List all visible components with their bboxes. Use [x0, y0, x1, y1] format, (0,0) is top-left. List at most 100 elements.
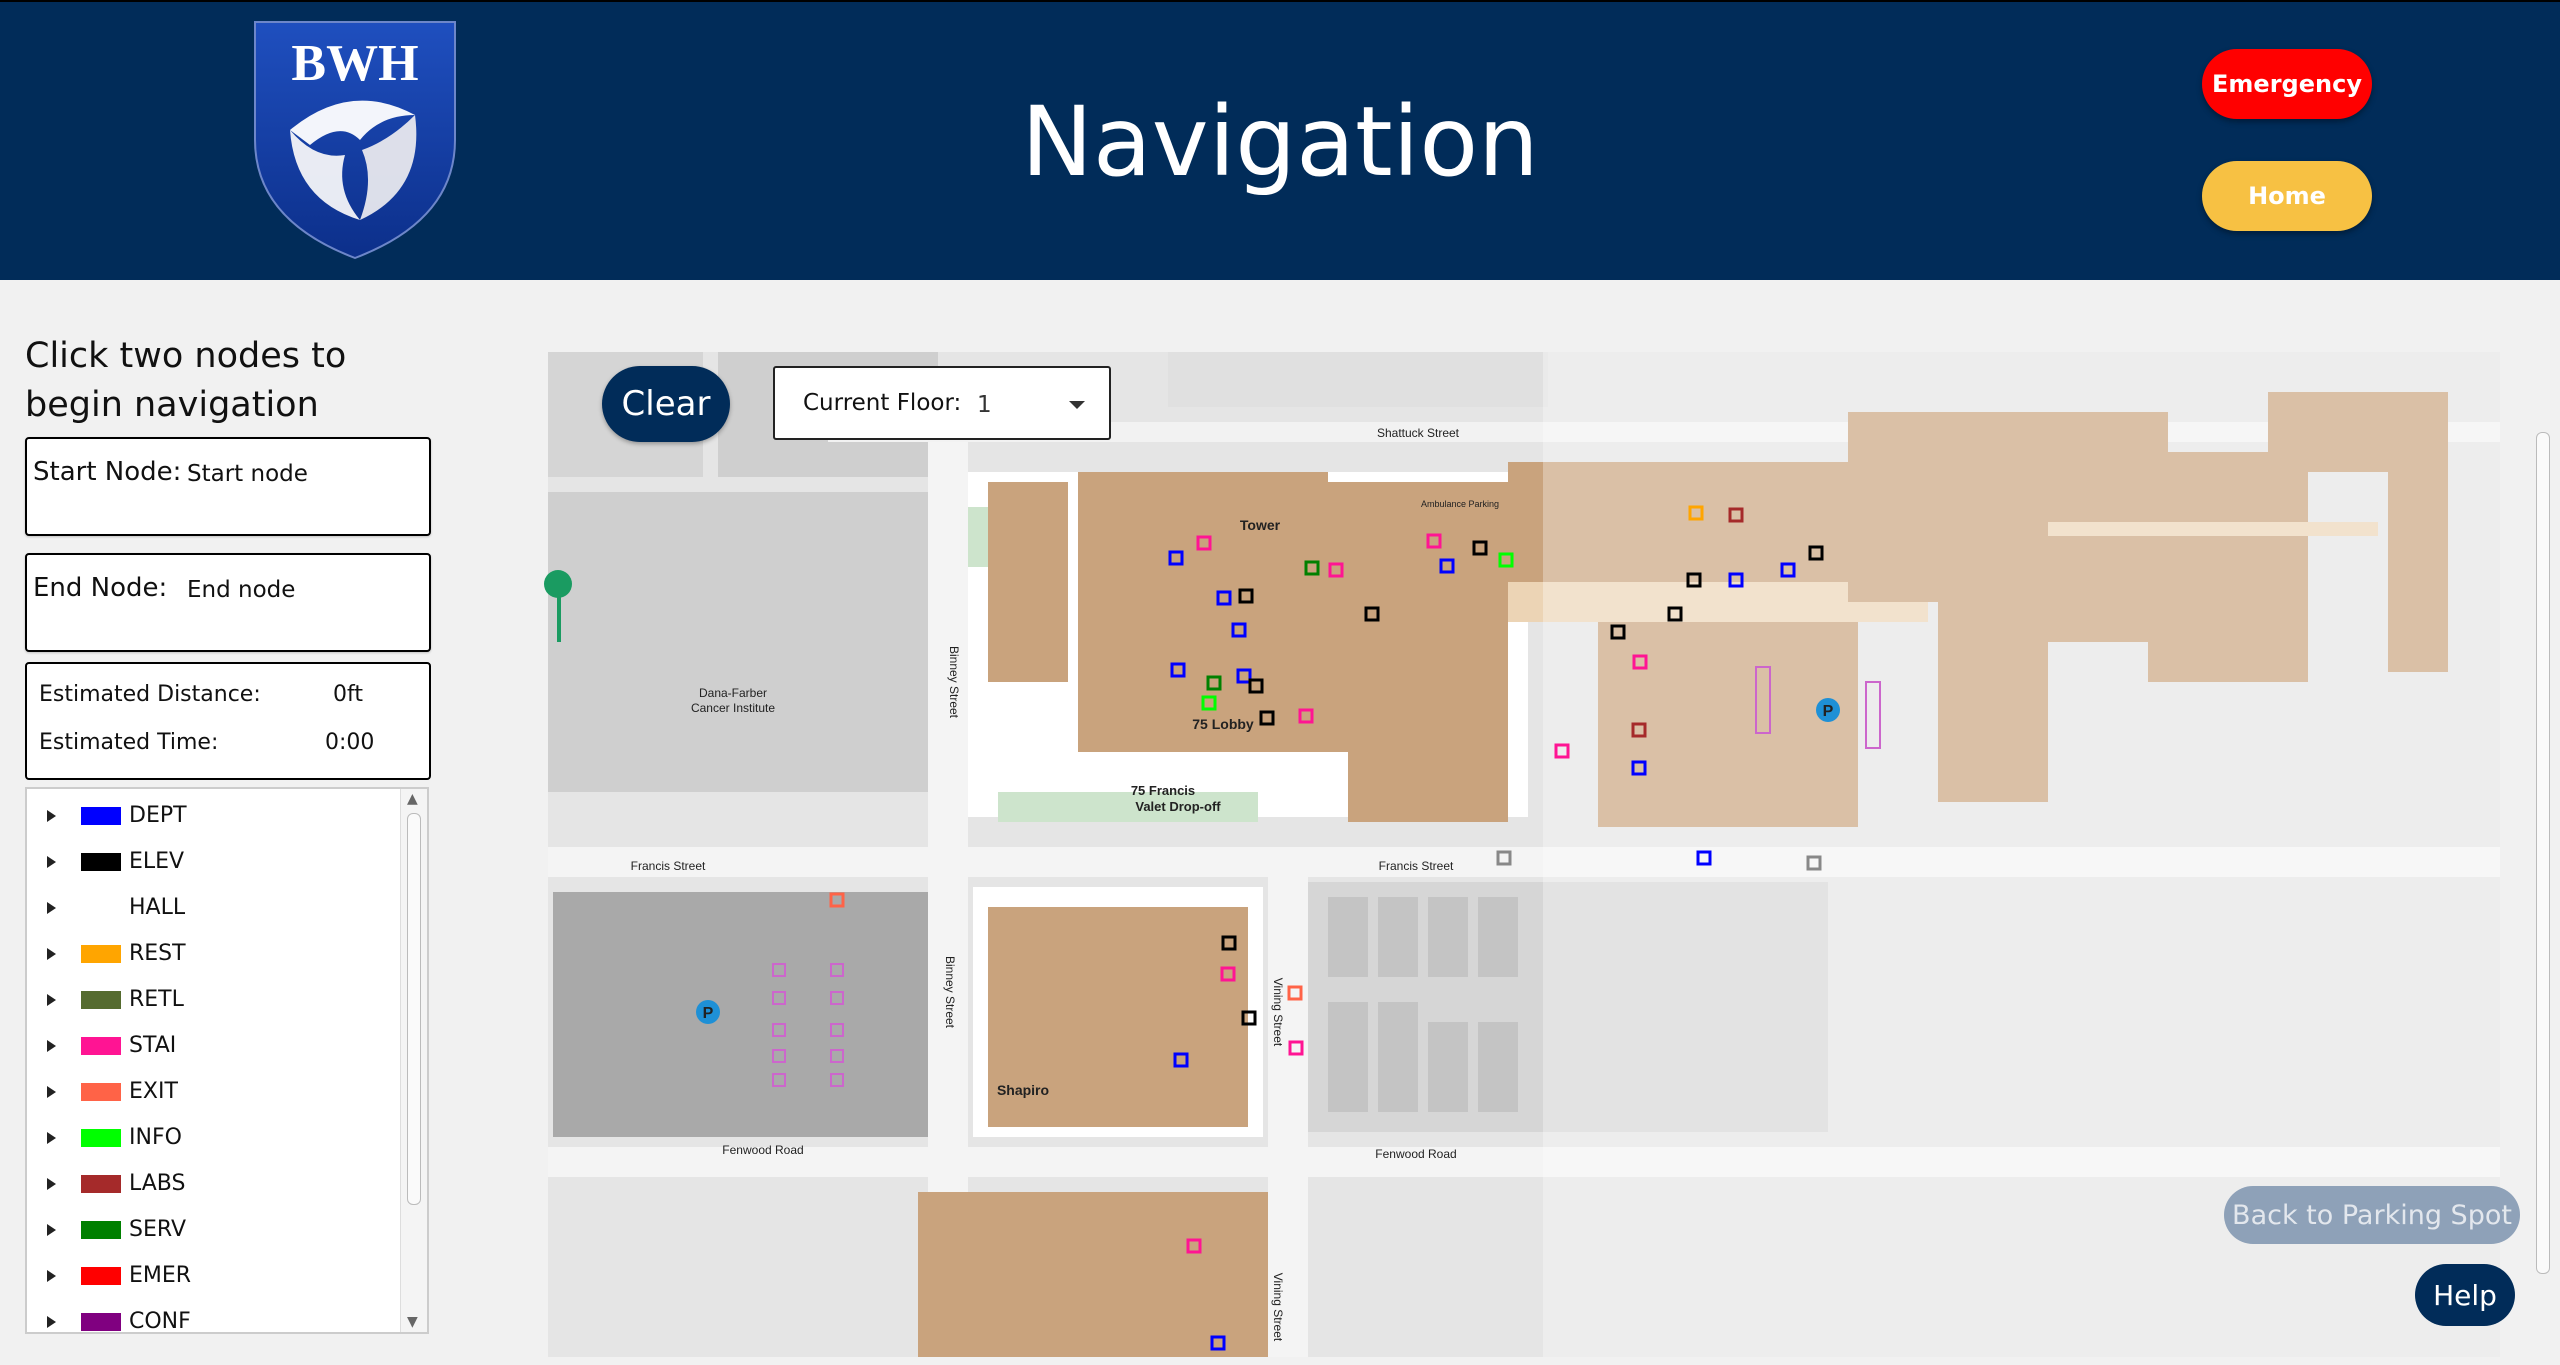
tree-item-labs[interactable]: LABS [27, 1161, 397, 1207]
tree-scroll-thumb[interactable] [407, 813, 421, 1205]
start-node-label: Start Node: [33, 457, 182, 487]
color-swatch [81, 1129, 121, 1147]
building-label: Valet Drop-off [1135, 799, 1221, 814]
tree-item-rest[interactable]: REST [27, 931, 397, 977]
end-node-value: End node [187, 577, 296, 603]
tree-item-info[interactable]: INFO [27, 1115, 397, 1161]
clear-button[interactable]: Clear [602, 366, 730, 442]
expand-arrow-icon[interactable] [47, 1040, 56, 1052]
color-swatch [81, 1313, 121, 1331]
tree-item-elev[interactable]: ELEV [27, 839, 397, 885]
street-label: Francis Street [1379, 859, 1454, 873]
scroll-down-icon[interactable]: ▼ [407, 1314, 418, 1330]
tree-item-conf[interactable]: CONF [27, 1299, 397, 1334]
tree-item-label: EMER [129, 1263, 192, 1288]
street-label: Vining Street [1271, 1273, 1285, 1342]
tree-item-dept[interactable]: DEPT [27, 793, 397, 839]
street-label: Binney Street [943, 956, 957, 1029]
floor-label: Current Floor: [803, 390, 962, 416]
tree-item-label: STAI [129, 1033, 177, 1058]
building-label: Ambulance Parking [1421, 499, 1499, 509]
tree-item-label: EXIT [129, 1079, 178, 1104]
end-node-label: End Node: [33, 573, 168, 603]
color-swatch [81, 899, 121, 917]
color-swatch [81, 945, 121, 963]
map-view[interactable]: P P Shattuck Street Francis Street Franc… [548, 352, 2500, 1357]
tree-item-emer[interactable]: EMER [27, 1253, 397, 1299]
building-label: Tower [1240, 517, 1281, 533]
tree-item-stai[interactable]: STAI [27, 1023, 397, 1069]
floor-select[interactable]: Current Floor: 1 [773, 366, 1111, 440]
scroll-up-icon[interactable]: ▲ [407, 791, 418, 807]
distance-value: 0ft [333, 682, 363, 707]
start-node-value: Start node [187, 461, 308, 487]
expand-arrow-icon[interactable] [47, 1316, 56, 1328]
page-scrollbar[interactable] [2532, 352, 2552, 1357]
time-value: 0:00 [325, 730, 375, 755]
color-swatch [81, 1221, 121, 1239]
expand-arrow-icon[interactable] [47, 948, 56, 960]
expand-arrow-icon[interactable] [47, 1132, 56, 1144]
expand-arrow-icon[interactable] [47, 1224, 56, 1236]
color-swatch [81, 1175, 121, 1193]
end-node-field[interactable]: End Node: End node [25, 553, 431, 652]
campus-map[interactable]: P P Shattuck Street Francis Street Franc… [548, 352, 2500, 1357]
building-label: Dana-Farber [699, 686, 767, 700]
tree-item-label: INFO [129, 1125, 182, 1150]
tree-item-label: HALL [129, 895, 186, 920]
street-label: Fenwood Road [722, 1143, 803, 1157]
color-swatch [81, 1267, 121, 1285]
app-header: BWH Navigation Emergency Home [0, 0, 2560, 280]
floor-value: 1 [977, 392, 992, 418]
tree-item-label: REST [129, 941, 186, 966]
tree-scrollbar[interactable]: ▲ ▼ [400, 789, 427, 1332]
node-type-tree: DEPT ELEV HALL REST RETL STAI EXIT INFO LABS SERV… [25, 787, 429, 1334]
street-label: Francis Street [631, 859, 706, 873]
building-label: 75 Francis [1131, 783, 1195, 798]
color-swatch [81, 1083, 121, 1101]
svg-text:P: P [703, 1005, 714, 1022]
expand-arrow-icon[interactable] [47, 1270, 56, 1282]
building-label: 75 Lobby [1192, 716, 1254, 732]
expand-arrow-icon[interactable] [47, 810, 56, 822]
tree-item-exit[interactable]: EXIT [27, 1069, 397, 1115]
tree-item-label: CONF [129, 1309, 191, 1334]
home-button[interactable]: Home [2202, 161, 2372, 231]
estimate-panel: Estimated Distance: 0ft Estimated Time: … [25, 662, 431, 780]
street-label: Vining Street [1271, 978, 1285, 1047]
building-label: Shapiro [997, 1082, 1049, 1098]
emergency-button[interactable]: Emergency [2202, 49, 2372, 119]
expand-arrow-icon[interactable] [47, 994, 56, 1006]
page-scroll-thumb[interactable] [2536, 432, 2550, 1274]
zoom-slider-handle[interactable] [544, 570, 572, 598]
color-swatch [81, 853, 121, 871]
time-label: Estimated Time: [39, 730, 219, 755]
page-title: Navigation [1021, 86, 1539, 198]
chevron-down-icon[interactable] [1069, 401, 1085, 409]
tree-item-retl[interactable]: RETL [27, 977, 397, 1023]
start-node-field[interactable]: Start Node: Start node [25, 437, 431, 536]
expand-arrow-icon[interactable] [47, 1178, 56, 1190]
tree-item-label: LABS [129, 1171, 186, 1196]
tree-item-label: ELEV [129, 849, 185, 874]
svg-text:P: P [1823, 703, 1834, 720]
expand-arrow-icon[interactable] [47, 902, 56, 914]
expand-arrow-icon[interactable] [47, 1086, 56, 1098]
back-to-parking-button[interactable]: Back to Parking Spot [2224, 1186, 2520, 1244]
tree-item-serv[interactable]: SERV [27, 1207, 397, 1253]
color-swatch [81, 1037, 121, 1055]
help-button[interactable]: Help [2415, 1264, 2515, 1326]
color-swatch [81, 807, 121, 825]
street-label: Fenwood Road [1375, 1147, 1456, 1161]
building-label: Cancer Institute [691, 701, 775, 715]
tree-item-label: DEPT [129, 803, 187, 828]
tree-item-hall[interactable]: HALL [27, 885, 397, 931]
tree-item-label: RETL [129, 987, 184, 1012]
instructions-text: Click two nodes to begin navigation [25, 336, 347, 425]
street-label: Binney Street [947, 646, 961, 719]
svg-text:BWH: BWH [291, 35, 418, 92]
distance-label: Estimated Distance: [39, 682, 261, 707]
color-swatch [81, 991, 121, 1009]
expand-arrow-icon[interactable] [47, 856, 56, 868]
street-label: Shattuck Street [1377, 426, 1460, 440]
